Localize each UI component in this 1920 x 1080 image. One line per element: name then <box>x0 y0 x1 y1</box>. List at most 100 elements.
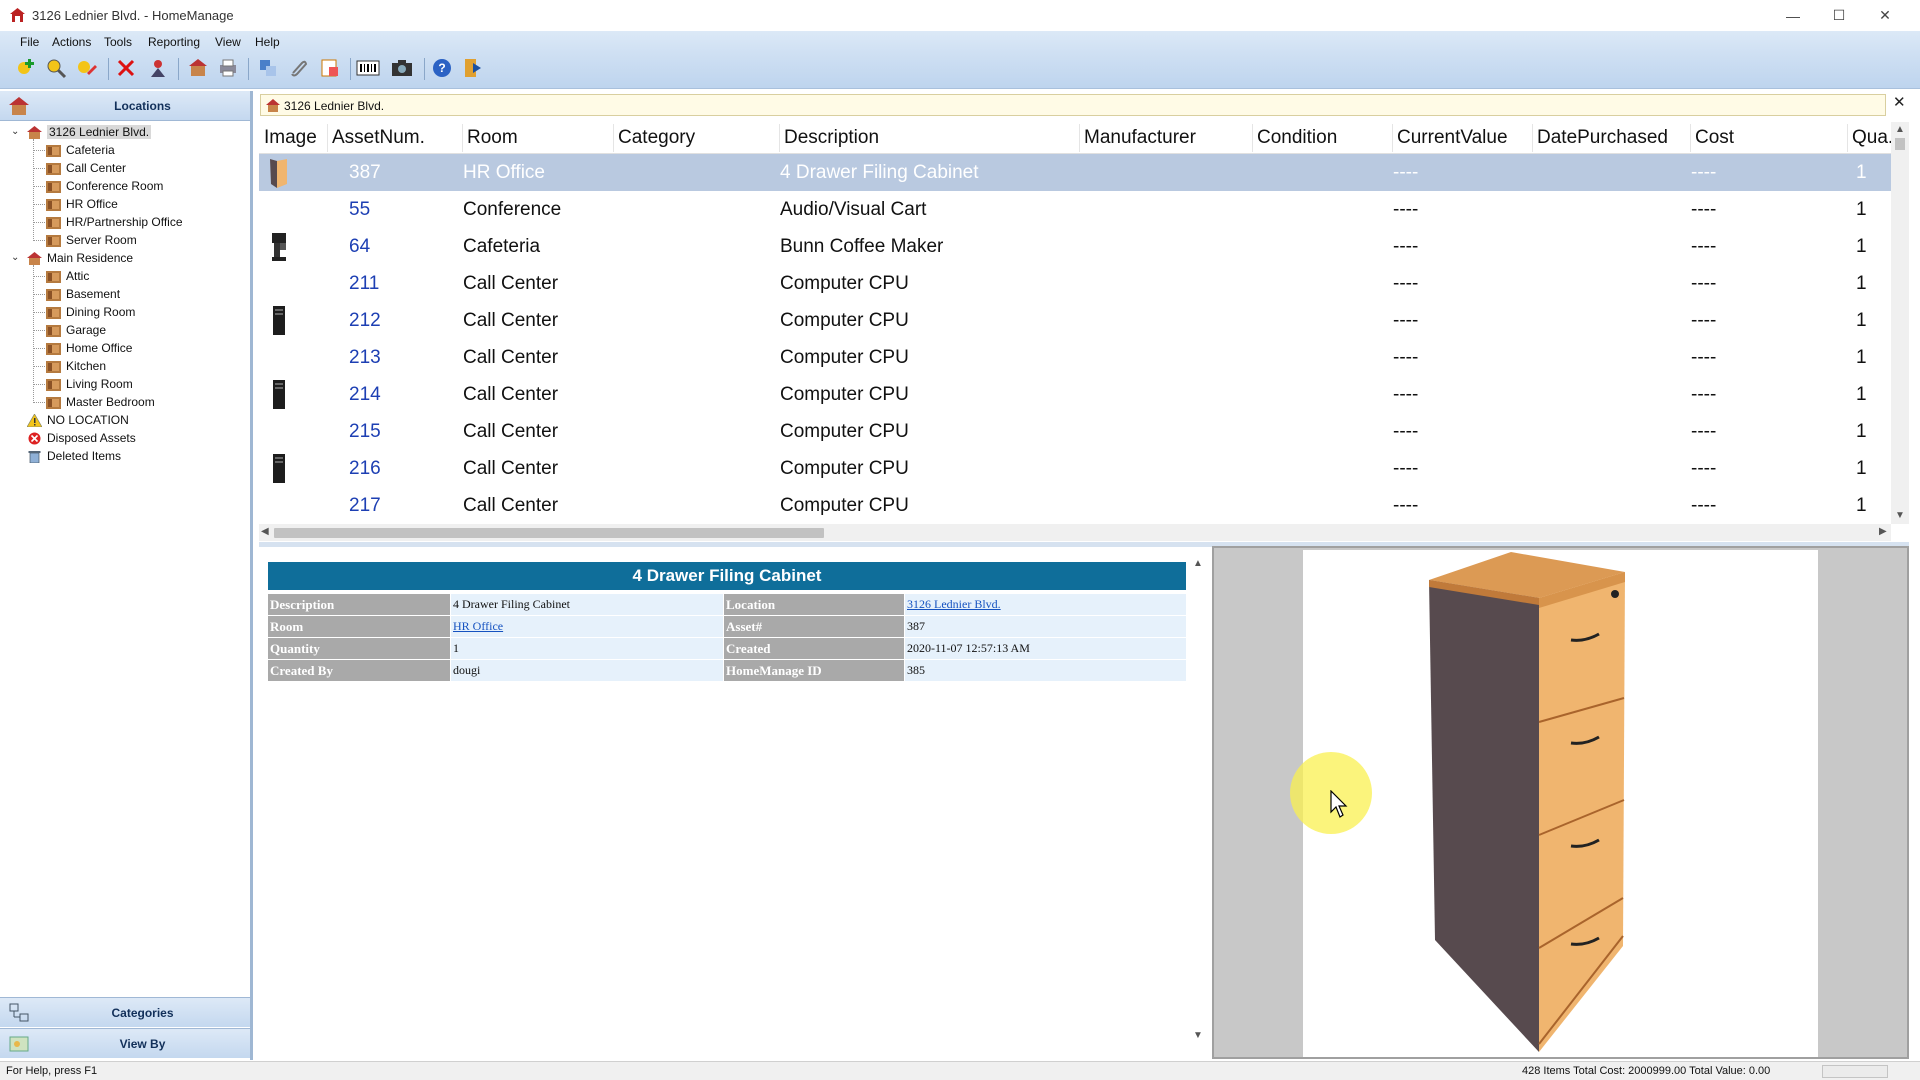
view-by-button[interactable]: View By <box>0 1028 250 1058</box>
add-item-icon[interactable] <box>14 56 38 80</box>
tree-item-conference-room[interactable]: Conference Room <box>46 177 163 195</box>
column-header-room[interactable]: Room <box>467 127 518 149</box>
scroll-right-icon[interactable]: ▶ <box>1879 526 1887 537</box>
quantity-cell: 1 <box>1856 421 1867 442</box>
column-header-condition[interactable]: Condition <box>1257 127 1337 149</box>
tree-item-3126-lednier-blvd[interactable]: 3126 Lednier Blvd. <box>27 123 152 141</box>
room-cell: HR Office <box>463 162 546 183</box>
scroll-up-icon[interactable]: ▲ <box>1895 124 1905 135</box>
column-header-category[interactable]: Category <box>618 127 695 149</box>
vertical-scroll-thumb[interactable] <box>1895 138 1905 150</box>
detail-scroll-down-icon[interactable]: ▼ <box>1193 1030 1203 1041</box>
report-icon[interactable] <box>318 56 342 80</box>
table-row[interactable]: 213 Call Center Computer CPU ---- ---- 1 <box>259 339 1891 376</box>
column-header-currentvalue[interactable]: CurrentValue <box>1397 127 1508 149</box>
categories-label: Categories <box>111 1006 174 1020</box>
description-cell: Computer CPU <box>780 495 909 516</box>
tree-item-hr-partnership-office[interactable]: HR/Partnership Office <box>46 213 183 231</box>
column-header-qua[interactable]: Qua... <box>1852 127 1891 149</box>
view-by-label: View By <box>119 1037 166 1051</box>
table-row[interactable]: 215 Call Center Computer CPU ---- ---- 1 <box>259 413 1891 450</box>
menu-actions[interactable]: Actions <box>52 35 91 49</box>
detail-row: Quantity 1 Created 2020-11-07 12:57:13 AM <box>268 638 1186 659</box>
column-header-assetnum[interactable]: AssetNum. <box>332 127 425 149</box>
exit-icon[interactable] <box>460 56 484 80</box>
attach-icon[interactable] <box>286 56 310 80</box>
tree-item-hr-office[interactable]: HR Office <box>46 195 118 213</box>
tree-item-label: Basement <box>66 287 121 301</box>
table-row[interactable]: 216 Call Center Computer CPU ---- ---- 1 <box>259 450 1891 487</box>
edit-icon[interactable] <box>74 56 98 80</box>
menu-file[interactable]: File <box>20 35 39 49</box>
tree-item-cafeteria[interactable]: Cafeteria <box>46 141 115 159</box>
column-header-image[interactable]: Image <box>264 127 317 149</box>
scroll-down-icon[interactable]: ▼ <box>1895 510 1905 521</box>
location-house-icon <box>27 251 42 265</box>
close-window-button[interactable]: ✕ <box>1862 0 1908 31</box>
tree-item-call-center[interactable]: Call Center <box>46 159 126 177</box>
menu-view[interactable]: View <box>215 35 241 49</box>
table-row[interactable]: 387 HR Office 4 Drawer Filing Cabinet ---- -… <box>259 154 1891 191</box>
tree-item-disposed-assets[interactable]: Disposed Assets <box>27 429 136 447</box>
detail-link[interactable]: HR Office <box>451 616 723 637</box>
categories-button[interactable]: Categories <box>0 997 250 1027</box>
tree-item-home-office[interactable]: Home Office <box>46 339 132 357</box>
tree-item-kitchen[interactable]: Kitchen <box>46 357 106 375</box>
quantity-cell: 1 <box>1856 199 1867 220</box>
camera-icon[interactable] <box>390 56 414 80</box>
table-row[interactable]: 211 Call Center Computer CPU ---- ---- 1 <box>259 265 1891 302</box>
locations-header[interactable]: Locations <box>0 91 250 121</box>
menu-tools[interactable]: Tools <box>104 35 132 49</box>
detail-scrollbar[interactable]: ▲ ▼ <box>1190 548 1206 1058</box>
tree-item-basement[interactable]: Basement <box>46 285 120 303</box>
detail-label: HomeManage ID <box>724 660 904 681</box>
find-icon[interactable] <box>44 56 68 80</box>
scroll-left-icon[interactable]: ◀ <box>261 526 269 537</box>
help-icon[interactable]: ? <box>430 56 454 80</box>
detail-scroll-up-icon[interactable]: ▲ <box>1193 558 1203 569</box>
status-progress-segment <box>1822 1065 1888 1078</box>
tree-item-garage[interactable]: Garage <box>46 321 106 339</box>
column-header-datepurchased[interactable]: DatePurchased <box>1537 127 1668 149</box>
maximize-button[interactable]: ☐ <box>1816 0 1862 31</box>
description-cell: Audio/Visual Cart <box>780 199 927 220</box>
table-row[interactable]: 217 Call Center Computer CPU ---- ---- 1 <box>259 487 1891 524</box>
table-row[interactable]: 214 Call Center Computer CPU ---- ---- 1 <box>259 376 1891 413</box>
tree-item-master-bedroom[interactable]: Master Bedroom <box>46 393 155 411</box>
menu-reporting[interactable]: Reporting <box>148 35 200 49</box>
table-row[interactable]: 212 Call Center Computer CPU ---- ---- 1 <box>259 302 1891 339</box>
column-header-manufacturer[interactable]: Manufacturer <box>1084 127 1196 149</box>
collapse-chevron-icon[interactable]: ⌄ <box>11 253 20 263</box>
cpu-thumbnail-icon <box>267 378 291 411</box>
move-icon[interactable] <box>256 56 280 80</box>
tree-item-main-residence[interactable]: Main Residence <box>27 249 133 267</box>
tree-item-attic[interactable]: Attic <box>46 267 89 285</box>
grid-horizontal-scrollbar[interactable]: ◀ ▶ <box>259 524 1891 541</box>
locations-icon[interactable] <box>186 56 210 80</box>
tree-item-no-location[interactable]: NO LOCATION <box>26 411 129 429</box>
horizontal-scroll-thumb[interactable] <box>274 528 824 538</box>
column-header-cost[interactable]: Cost <box>1695 127 1734 149</box>
detail-link[interactable]: 3126 Lednier Blvd. <box>905 594 1186 615</box>
barcode-icon[interactable] <box>356 56 380 80</box>
table-row[interactable]: 55 Conference Audio/Visual Cart ---- ---- 1 <box>259 191 1891 228</box>
table-row[interactable]: 64 Cafeteria Bunn Coffee Maker ---- ---- 1 <box>259 228 1891 265</box>
delete-icon[interactable] <box>114 56 138 80</box>
tree-item-server-room[interactable]: Server Room <box>46 231 137 249</box>
current-value-cell: ---- <box>1393 273 1419 294</box>
tree-item-deleted-items[interactable]: Deleted Items <box>27 447 121 465</box>
quantity-cell: 1 <box>1856 236 1867 257</box>
tree-item-dining-room[interactable]: Dining Room <box>46 303 135 321</box>
status-help-text: For Help, press F1 <box>6 1065 98 1077</box>
menu-help[interactable]: Help <box>255 35 280 49</box>
close-path-icon[interactable]: ✕ <box>1893 93 1906 111</box>
user-icon[interactable] <box>146 56 170 80</box>
print-icon[interactable] <box>216 56 240 80</box>
column-header-description[interactable]: Description <box>784 127 879 149</box>
minimize-button[interactable]: — <box>1770 0 1816 31</box>
tree-item-label: HR Office <box>66 197 118 211</box>
tree-item-living-room[interactable]: Living Room <box>46 375 133 393</box>
grid-vertical-scrollbar[interactable]: ▲ ▼ <box>1891 122 1909 524</box>
status-summary: 428 Items Total Cost: 2000999.00 Total V… <box>1522 1065 1771 1077</box>
collapse-chevron-icon[interactable]: ⌄ <box>11 127 20 137</box>
